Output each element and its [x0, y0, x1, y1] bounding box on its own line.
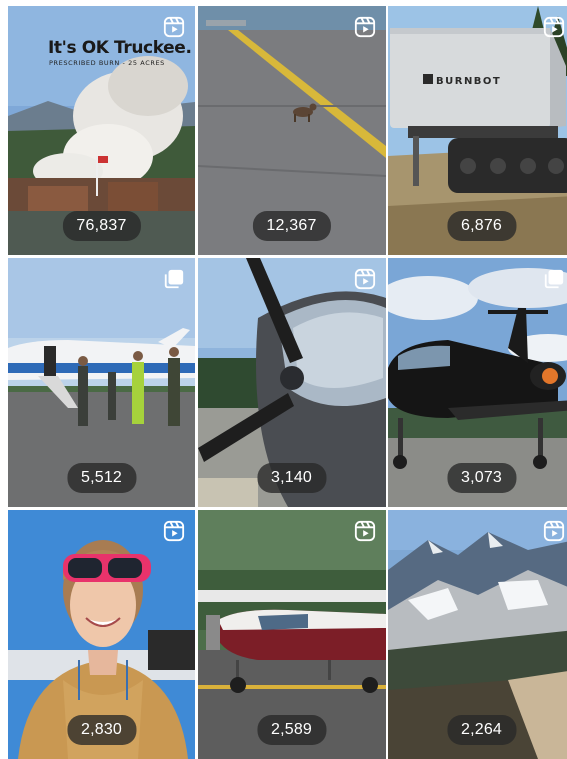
grid-tile-jet-crew[interactable]: 5,512: [8, 258, 195, 507]
reel-icon: [543, 520, 565, 542]
tile-overlay-title: It's OK Truckee.: [48, 38, 192, 58]
reel-icon: [163, 16, 185, 38]
view-count-badge: 6,876: [446, 211, 517, 241]
tile-overlay-subtitle: PRESCRIBED BURN - 25 ACRES: [49, 59, 165, 67]
grid-tile-cessna[interactable]: 2,589: [197, 510, 386, 759]
view-count-badge: 2,589: [256, 715, 327, 745]
reel-icon: [354, 16, 376, 38]
grid-tile-black-jet[interactable]: 3,073: [388, 258, 567, 507]
reel-icon: [543, 16, 565, 38]
view-count-badge: 5,512: [66, 463, 137, 493]
view-count-badge: 12,367: [252, 211, 331, 241]
grid-tile-burnbot[interactable]: BURNBOT 6,876: [388, 6, 567, 255]
view-count-badge: 2,264: [446, 715, 517, 745]
reel-icon: [354, 268, 376, 290]
view-count-badge: 2,830: [66, 715, 137, 745]
media-grid: It's OK Truckee. PRESCRIBED BURN - 25 AC…: [0, 0, 567, 759]
reel-icon: [354, 520, 376, 542]
reel-icon: [163, 520, 185, 542]
view-count-badge: 76,837: [62, 211, 141, 241]
carousel-icon: [163, 268, 185, 290]
tile-brand-text: BURNBOT: [436, 76, 502, 87]
grid-tile-selfie[interactable]: 2,830: [8, 510, 195, 759]
grid-tile-propeller[interactable]: 3,140: [197, 258, 386, 507]
view-count-badge: 3,140: [256, 463, 327, 493]
view-count-badge: 3,073: [446, 463, 517, 493]
grid-tile-mountains[interactable]: 2,264: [388, 510, 567, 759]
grid-tile-runway-fox[interactable]: 12,367: [197, 6, 386, 255]
grid-tile-prescribed-burn[interactable]: It's OK Truckee. PRESCRIBED BURN - 25 AC…: [8, 6, 195, 255]
carousel-icon: [543, 268, 565, 290]
